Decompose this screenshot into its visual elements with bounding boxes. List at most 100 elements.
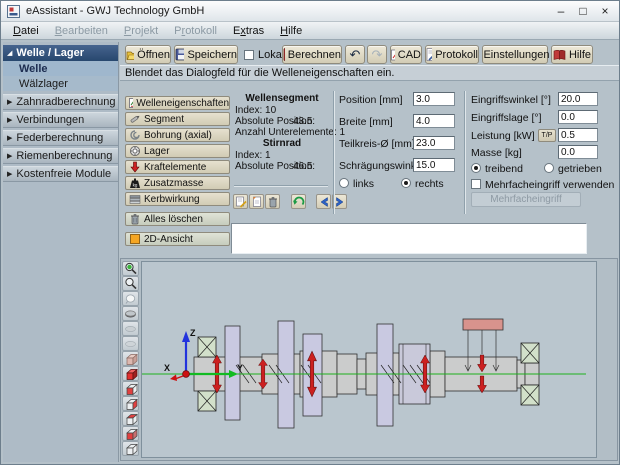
kerbwirkung-button[interactable]: Kerbwirkung (125, 192, 230, 206)
minimize-button[interactable]: – (553, 4, 569, 18)
sidebar-group-verbindungen[interactable]: ▶ Verbindungen (3, 112, 118, 128)
sidebar-item-waelzlager[interactable]: Wälzlager (3, 76, 118, 91)
masse-input[interactable] (558, 145, 598, 159)
protocol-button[interactable]: Protokoll (425, 45, 479, 64)
eingriffswinkel-input[interactable] (558, 92, 598, 106)
open-button[interactable]: Öffnen (125, 45, 171, 64)
sidebar-group-zahnradberechnung[interactable]: ▶ Zahnradberechnung (3, 94, 118, 110)
settings-button[interactable]: Einstellungen (482, 45, 548, 64)
close-button[interactable]: × (597, 4, 613, 18)
sidebar-item-label: Wälzlager (19, 78, 68, 90)
view-back-button[interactable] (122, 426, 139, 441)
undo-icon: ↶ (350, 48, 361, 61)
treibend-label: treibend (485, 163, 523, 175)
view-iso-button[interactable] (122, 351, 139, 366)
collapsed-triangle-icon: ▶ (7, 116, 12, 124)
bohrung-axial-button[interactable]: Bohrung (axial) (125, 128, 230, 142)
help-label: Hilfe (569, 49, 591, 61)
arrow-left-icon (318, 196, 330, 208)
zusatzmasse-button[interactable]: kg Zusatzmasse (125, 176, 230, 190)
sidebar-group-label: Verbindungen (16, 114, 84, 126)
getrieben-label: getrieben (558, 163, 602, 175)
menu-datei[interactable]: Datei (5, 25, 47, 37)
disk-view-icon (124, 307, 137, 320)
alles-loeschen-button[interactable]: Alles löschen (125, 212, 230, 226)
app-window: eAssistant - GWJ Technology GmbH – □ × D… (0, 0, 620, 465)
maximize-button[interactable]: □ (575, 4, 591, 18)
sidebar-group-kostenfreie-module[interactable]: ▶ Kostenfreie Module (3, 166, 118, 182)
welleneigenschaften-button[interactable]: Welleneigenschaften (125, 96, 230, 110)
view-side-button[interactable] (122, 396, 139, 411)
view-solid-button[interactable] (122, 366, 139, 381)
rechts-radio[interactable] (401, 178, 411, 188)
getrieben-radio[interactable] (544, 163, 554, 173)
2d-view-icon (129, 233, 141, 245)
cube-bottom-icon (124, 442, 138, 456)
lager-button[interactable]: Lager (125, 144, 230, 158)
sidebar-group-label: Zahnradberechnung (16, 96, 115, 108)
local-label: Lokal (258, 49, 284, 61)
y-axis-label: Y (237, 363, 243, 373)
next-element-button[interactable] (332, 194, 347, 209)
tool-label: 2D-Ansicht (144, 234, 193, 245)
bore-spiral-icon (129, 129, 141, 141)
prev-element-button[interactable] (316, 194, 331, 209)
zoom-out-button[interactable] (122, 276, 139, 291)
position-label: Position [mm] (339, 94, 403, 106)
mehrfacheingriff-checkbox[interactable] (471, 179, 481, 189)
help-button[interactable]: Hilfe (551, 45, 593, 64)
view-top-button[interactable] (122, 411, 139, 426)
view-front-button[interactable] (122, 381, 139, 396)
sidebar-group-riemenberechnung[interactable]: ▶ Riemenberechnung (3, 148, 118, 164)
treibend-radio[interactable] (471, 163, 481, 173)
help-book-icon (553, 49, 566, 61)
menu-hilfe[interactable]: Hilfe (272, 25, 310, 37)
view-bottom-button[interactable] (122, 441, 139, 456)
expanded-triangle-icon: ◢ (7, 49, 12, 57)
position-input[interactable] (413, 92, 455, 106)
delete-element-button[interactable] (265, 194, 280, 209)
calculate-button[interactable]: Berechnen (282, 45, 342, 64)
sidebar-group-label: Riemenberechnung (16, 150, 112, 162)
pan-button[interactable] (122, 291, 139, 306)
subelement-abs-value: 46.5 (293, 161, 312, 172)
menu-projekt: Projekt (116, 25, 166, 37)
cad-button[interactable]: CAD (390, 45, 422, 64)
sidebar-item-welle[interactable]: Welle (3, 61, 118, 76)
eingriffslage-input[interactable] (558, 110, 598, 124)
segment-children: Anzahl Unterelemente: 1 (235, 127, 345, 138)
sidebar-group-federberechnung[interactable]: ▶ Federberechnung (3, 130, 118, 146)
view-disk-light2-button (122, 336, 139, 351)
sidebar-group-welle-lager[interactable]: ◢ Welle / Lager (3, 45, 118, 61)
save-button[interactable]: Speichern (174, 45, 238, 64)
kraftelemente-button[interactable]: Kraftelemente (125, 160, 230, 174)
shaft-2d-drawing: Z Y X (142, 262, 596, 457)
tool-label: Alles löschen (144, 214, 203, 225)
teilkreis-input[interactable] (413, 136, 455, 150)
sidebar-group-label: Kostenfreie Module (16, 168, 111, 180)
2d-ansicht-button[interactable]: 2D-Ansicht (125, 232, 230, 246)
local-checkbox[interactable] (244, 50, 254, 60)
mehrfacheingriff-checkbox-label: Mehrfacheingriff verwenden (485, 179, 614, 191)
menu-bar: Datei Bearbeiten Projekt Protokoll Extra… (1, 22, 619, 40)
leistung-input[interactable] (558, 128, 598, 142)
zoom-in-button[interactable] (122, 261, 139, 276)
revert-button[interactable] (291, 194, 306, 209)
paste-element-button[interactable] (249, 194, 264, 209)
undo-button[interactable]: ↶ (345, 45, 365, 64)
masse-label: Masse [kg] (471, 147, 522, 159)
view-disk-button[interactable] (122, 306, 139, 321)
schraegungswinkel-input[interactable] (413, 158, 455, 172)
weight-icon: kg (129, 177, 141, 189)
arrow-right-icon (334, 196, 346, 208)
cube-front-icon (124, 382, 138, 396)
shaft-canvas[interactable]: Z Y X (141, 261, 597, 458)
tp-toggle-button[interactable]: T/P (538, 129, 556, 142)
message-box (231, 223, 587, 254)
segment-button[interactable]: Segment (125, 112, 230, 126)
links-radio[interactable] (339, 178, 349, 188)
breite-input[interactable] (413, 114, 455, 128)
menu-extras[interactable]: Extras (225, 25, 272, 37)
copy-element-button[interactable] (233, 194, 248, 209)
eingriffswinkel-label: Eingriffswinkel [°] (471, 94, 551, 106)
